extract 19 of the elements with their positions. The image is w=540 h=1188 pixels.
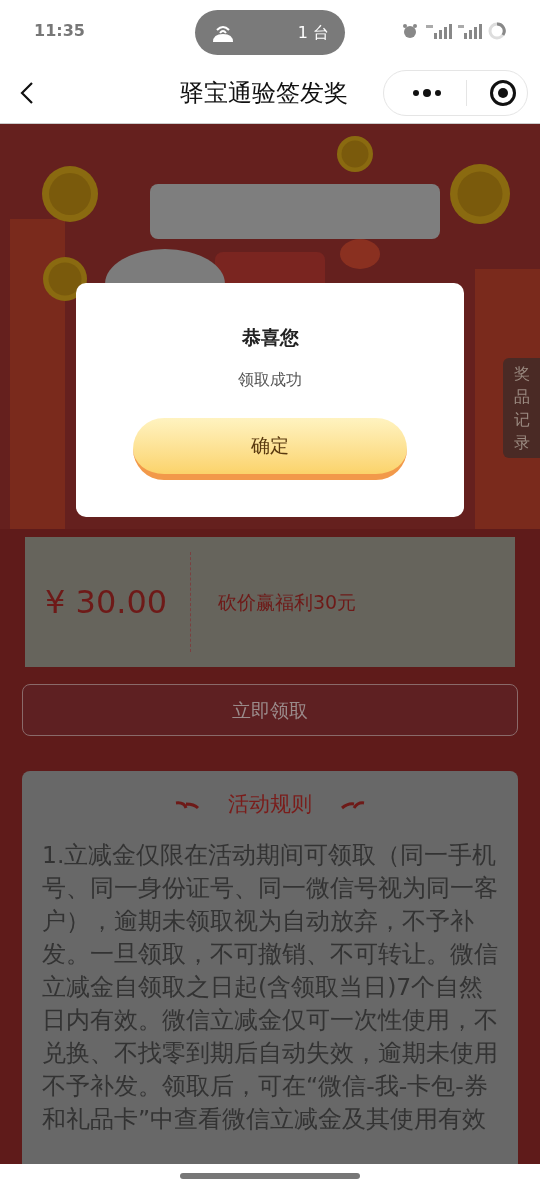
- ornament-icon: [174, 799, 200, 810]
- rules-title: 活动规则: [228, 791, 312, 818]
- signal-icon: [424, 23, 452, 39]
- close-icon[interactable]: [489, 78, 517, 107]
- confirm-button[interactable]: 确定: [133, 417, 407, 480]
- dialog-message: 领取成功: [238, 368, 302, 391]
- ornament-icon: [340, 799, 366, 810]
- dialog-title: 恭喜您: [241, 325, 299, 350]
- prize-records-tab[interactable]: 奖品记录: [503, 358, 540, 458]
- coupon-amount: ¥ 30.00: [45, 582, 169, 623]
- alarm-icon: [402, 23, 418, 39]
- claim-button[interactable]: 立即领取: [22, 684, 518, 736]
- page-title: 驿宝通验签发奖: [180, 77, 348, 109]
- more-icon[interactable]: [412, 87, 442, 98]
- signal-icon: [458, 23, 482, 39]
- battery-icon: [488, 22, 506, 40]
- status-time: 11:35: [34, 20, 85, 42]
- coupon-description: 砍价赢福利30元: [218, 589, 357, 615]
- hotspot-count: 1 台: [297, 21, 329, 44]
